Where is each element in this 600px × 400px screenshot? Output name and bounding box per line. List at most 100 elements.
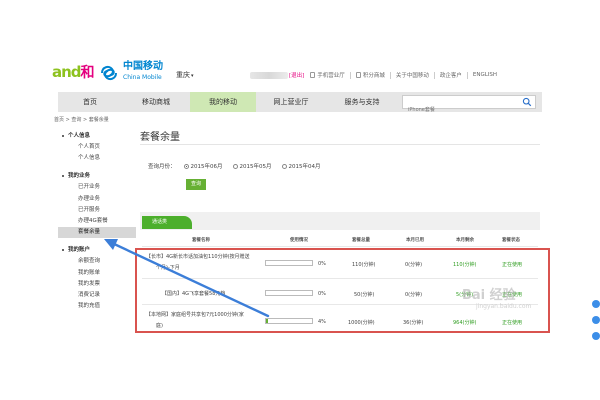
sidebar-item-recharge[interactable]: 我的充值 (58, 301, 136, 312)
col-total: 套餐总量 (352, 238, 370, 243)
divider (142, 246, 538, 247)
and-he-logo[interactable]: and和 (52, 62, 95, 82)
top-link-points-mall[interactable]: 积分商城 (355, 71, 385, 79)
gift-icon (355, 72, 361, 78)
row-total: 1000(分钟) (348, 320, 375, 326)
divider (349, 71, 351, 79)
search-icon[interactable] (522, 97, 532, 107)
breadcrumb[interactable]: 首页 > 查询 > 套餐余量 (54, 116, 109, 123)
month-option-2[interactable]: 2015年05月 (232, 162, 272, 170)
baidu-watermark: Bai 经验 jingyan.baidu.com (462, 284, 531, 310)
row-remaining: 110(分钟) (453, 262, 477, 268)
nav-home[interactable]: 首页 (58, 92, 122, 112)
sidebar-item-my-bill[interactable]: 我的账单 (58, 268, 136, 279)
sidebar-item-my-invoice[interactable]: 我的发票 (58, 279, 136, 290)
nav-service-support[interactable]: 服务与支持 (326, 92, 398, 112)
col-used: 本月已用 (406, 238, 424, 243)
side-share-button[interactable] (592, 316, 600, 324)
top-link-label: 积分商城 (362, 73, 385, 79)
radio-icon[interactable] (232, 163, 238, 169)
radio-icon[interactable] (281, 163, 287, 169)
logout-link[interactable]: [退出] (289, 71, 304, 79)
caret-down-icon: ▾ (191, 73, 194, 79)
month-option-label: 2015年05月 (239, 164, 272, 170)
page-title: 套餐余量 (140, 132, 180, 143)
row-total: 50(分钟) (354, 292, 375, 298)
china-mobile-en: China Mobile (123, 74, 162, 81)
city-label: 重庆 (176, 71, 190, 79)
divider (140, 144, 540, 145)
side-share-button[interactable] (592, 332, 600, 340)
divider (433, 71, 435, 79)
row-used: 0(分钟) (405, 292, 423, 298)
divider (142, 278, 538, 279)
row-plan-name-cont: 庭) (156, 323, 163, 329)
sidebar-group-business[interactable]: 我的业务 (58, 170, 136, 182)
phone-icon (310, 72, 316, 78)
sidebar-item-opened-service[interactable]: 已开服务 (58, 205, 136, 216)
row-status: 正在使用 (502, 320, 523, 326)
china-mobile-logo-icon[interactable] (98, 62, 120, 84)
row-plan-name: 【国内】4G飞享套餐58元档 (162, 291, 226, 297)
top-link-english[interactable]: ENGLISH (473, 72, 497, 78)
row-status: 正在使用 (502, 262, 523, 268)
month-option-1[interactable]: 2015年06月 (183, 162, 223, 170)
col-usage: 使用情况 (290, 238, 308, 243)
sidebar-item-personal-info[interactable]: 个人信息 (58, 153, 136, 164)
user-name-blurred (250, 71, 288, 79)
top-link-label: 手机营业厅 (317, 73, 345, 79)
row-usage-pct: 4% (318, 319, 326, 325)
divider (389, 71, 391, 79)
row-used: 36(分钟) (403, 320, 424, 326)
sidebar-group-personal[interactable]: 个人信息 (58, 130, 136, 142)
row-total: 110(分钟) (352, 262, 376, 268)
sidebar-item-consumption[interactable]: 消费记录 (58, 290, 136, 301)
sidebar-item-balance-query[interactable]: 余额查询 (58, 256, 136, 267)
search-input[interactable] (403, 104, 521, 116)
usage-progress-fill (266, 319, 268, 323)
usage-progress-bar (265, 260, 313, 266)
logo-he-text: 和 (80, 65, 95, 81)
search-box (402, 95, 536, 116)
sidebar-item-4g-plan[interactable]: 办理4G套餐 (58, 216, 136, 227)
top-links: [退出] 手机营业厅 积分商城 关于中国移动 政企客户 ENGLISH (250, 70, 497, 80)
sidebar-item-plan-balance[interactable]: 套餐余量 (58, 227, 136, 239)
month-option-3[interactable]: 2015年04月 (281, 162, 321, 170)
tab-calls[interactable]: 通话类 (142, 216, 192, 229)
month-selector: 查询月份： 2015年06月 2015年05月 2015年04月 (148, 162, 331, 170)
tab-strip (140, 212, 540, 230)
side-share-button[interactable] (592, 300, 600, 308)
watermark-text: Bai 经验 (462, 288, 516, 303)
radio-checked-icon[interactable] (183, 163, 189, 169)
top-link-about[interactable]: 关于中国移动 (396, 71, 429, 79)
query-button[interactable]: 查询 (186, 179, 206, 190)
col-status: 套餐状态 (502, 238, 520, 243)
china-mobile-cn: 中国移动 (123, 61, 163, 72)
row-remaining: 964(分钟) (453, 320, 477, 326)
nav-online-hall[interactable]: 网上营业厅 (256, 92, 326, 112)
row-usage-pct: 0% (318, 291, 326, 297)
sidebar: 个人信息 个人首页 个人信息 我的业务 已开业务 办理业务 已开服务 办理4G套… (58, 130, 136, 312)
sidebar-item-personal-home[interactable]: 个人首页 (58, 142, 136, 153)
watermark-url: jingyan.baidu.com (476, 303, 532, 310)
divider (466, 71, 468, 79)
main-nav: 首页 移动商城 我的移动 网上营业厅 服务与支持 (58, 92, 542, 116)
top-header: and和 中国移动 China Mobile 重庆▾ [退出] 手机营业厅 积分… (0, 58, 600, 92)
row-plan-name: 【本地网】家庭组号共享包7元1000分钟(家 (146, 312, 244, 318)
sidebar-item-handle-business[interactable]: 办理业务 (58, 194, 136, 205)
nav-my-mobile[interactable]: 我的移动 (190, 92, 256, 112)
row-used: 0(分钟) (405, 262, 423, 268)
china-mobile-wordmark: 中国移动 China Mobile (123, 62, 163, 83)
sidebar-item-opened-business[interactable]: 已开业务 (58, 182, 136, 193)
city-selector[interactable]: 重庆▾ (176, 70, 194, 80)
month-option-label: 2015年06月 (190, 164, 223, 170)
top-link-mobile-hall[interactable]: 手机营业厅 (310, 71, 345, 79)
top-link-enterprise[interactable]: 政企客户 (440, 71, 462, 79)
col-remaining: 本月剩余 (456, 238, 474, 243)
col-plan-name: 套餐名称 (192, 238, 210, 243)
logo-and-text: and (52, 63, 82, 81)
month-option-label: 2015年04月 (288, 164, 321, 170)
sidebar-group-account[interactable]: 我的账户 (58, 244, 136, 256)
row-plan-name: 【长市】4G新长市话加油包110分钟(按月赠送 (146, 254, 250, 260)
nav-mall[interactable]: 移动商城 (122, 92, 190, 112)
